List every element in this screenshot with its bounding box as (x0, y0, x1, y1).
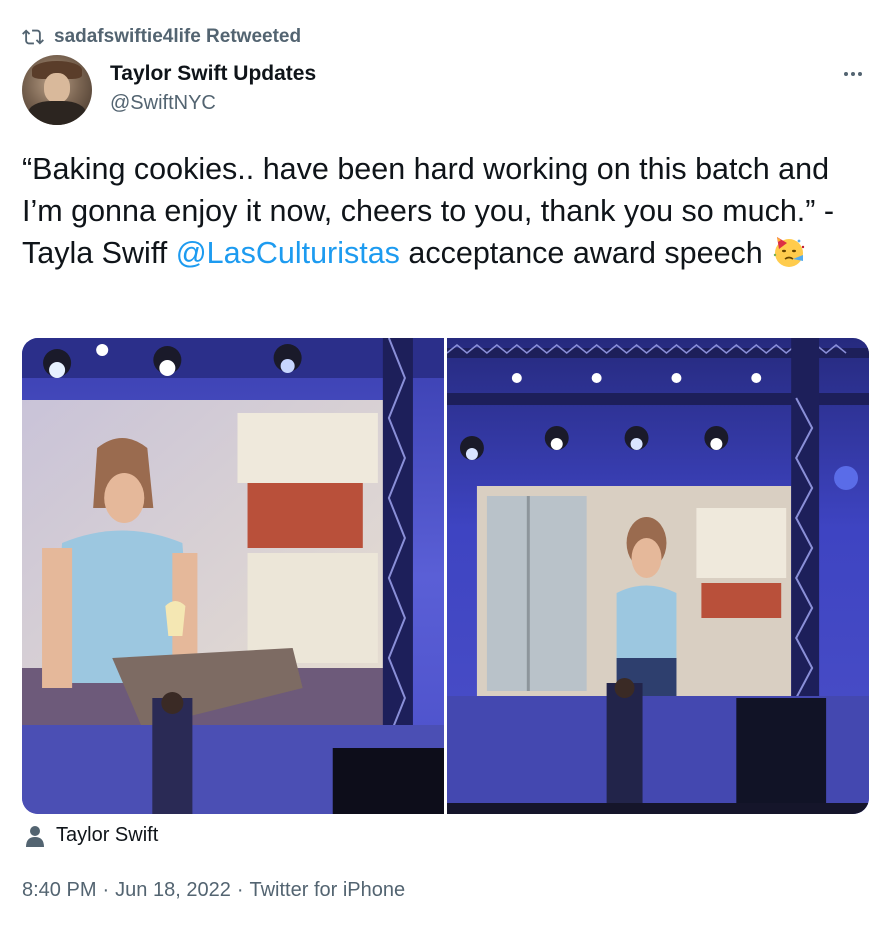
person-icon (26, 825, 44, 847)
media-grid (22, 338, 869, 814)
photo-right[interactable] (447, 338, 869, 814)
retweet-icon (22, 29, 44, 45)
author-handle[interactable]: @SwiftNYC (110, 92, 216, 115)
retweet-context[interactable]: sadafswiftie4life Retweeted (22, 26, 301, 48)
partying-face-emoji (774, 237, 805, 267)
tweet-source[interactable]: Twitter for iPhone (249, 879, 405, 902)
author-name[interactable]: Taylor Swift Updates (110, 62, 316, 86)
tweet-time[interactable]: 8:40 PM (22, 879, 96, 902)
tweet-card: sadafswiftie4life Retweeted Taylor Swift… (0, 0, 895, 925)
photo-right-image (447, 338, 869, 814)
meta-separator: · (102, 879, 110, 901)
retweet-text: sadafswiftie4life Retweeted (54, 26, 302, 47)
avatar-face (44, 73, 70, 103)
photo-left[interactable] (22, 338, 444, 814)
photo-left-image (22, 338, 444, 814)
tweet-text-after: acceptance award speech (399, 236, 772, 270)
tagged-user-name: Taylor Swift (56, 824, 159, 846)
avatar[interactable] (22, 55, 92, 125)
tweet-date[interactable]: Jun 18, 2022 (115, 879, 231, 902)
avatar-shirt (28, 101, 86, 125)
tweet-text: “Baking cookies.. have been hard working… (22, 148, 872, 274)
more-options-button[interactable] (839, 62, 867, 86)
mention-link[interactable]: @LasCulturistas (176, 236, 400, 270)
tweet-meta: 8:40 PM · Jun 18, 2022 · Twitter for iPh… (22, 879, 405, 902)
tagged-user[interactable]: Taylor Swift (26, 824, 158, 847)
more-horizontal-icon (844, 72, 862, 76)
meta-separator: · (236, 879, 244, 901)
